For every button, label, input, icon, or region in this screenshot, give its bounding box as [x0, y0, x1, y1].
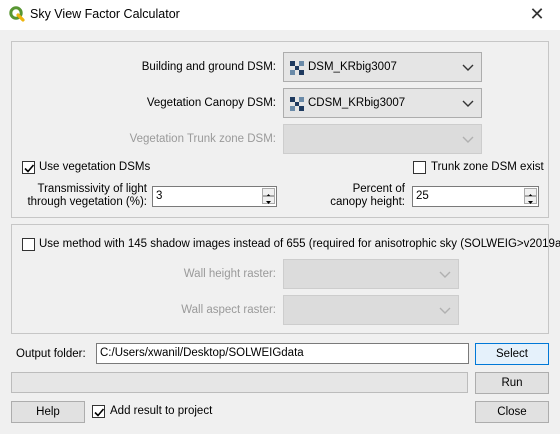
run-button[interactable]: Run: [475, 372, 549, 394]
close-window-button[interactable]: ✕: [520, 0, 554, 30]
qgis-logo-icon: [9, 6, 25, 22]
percent-canopy-label-line2: canopy height:: [330, 196, 405, 208]
raster-layer-icon: [290, 61, 304, 75]
use-vegetation-checkbox[interactable]: [22, 161, 35, 174]
output-folder-input[interactable]: C:/Users/xwanil/Desktop/SOLWEIGdata: [96, 343, 469, 364]
transmissivity-label-line1: Transmissivity of light: [37, 183, 148, 195]
close-icon: ✕: [529, 4, 545, 24]
vegetation-canopy-label: Vegetation Canopy DSM:: [146, 97, 276, 109]
vegetation-trunk-label: Vegetation Trunk zone DSM:: [129, 133, 276, 145]
close-button[interactable]: Close: [475, 401, 549, 423]
add-result-label: Add result to project: [110, 405, 213, 417]
window-title: Sky View Factor Calculator: [30, 7, 180, 21]
spin-down-button[interactable]: [524, 196, 537, 204]
percent-canopy-label-line1: Percent of: [352, 183, 405, 195]
wall-aspect-combo[interactable]: [283, 295, 459, 325]
percent-canopy-spinbox[interactable]: 25: [412, 186, 539, 207]
building-dsm-value: DSM_KRbig3007: [308, 61, 397, 73]
wall-height-label: Wall height raster:: [183, 268, 276, 280]
spin-up-button[interactable]: [524, 188, 537, 197]
vegetation-canopy-value: CDSM_KRbig3007: [308, 97, 406, 109]
checkmark-icon: [24, 164, 35, 173]
progress-bar: [11, 372, 468, 393]
help-button[interactable]: Help: [11, 401, 85, 423]
building-dsm-label: Building and ground DSM:: [141, 61, 276, 73]
use-vegetation-label: Use vegetation DSMs: [39, 161, 151, 173]
output-folder-value: C:/Users/xwanil/Desktop/SOLWEIGdata: [100, 347, 304, 359]
raster-layer-icon: [290, 97, 304, 111]
trunk-zone-checkbox[interactable]: [413, 161, 426, 174]
select-folder-button[interactable]: Select: [475, 343, 549, 365]
spin-arrows: [262, 188, 275, 205]
spin-arrows: [524, 188, 537, 205]
transmissivity-value: 3: [156, 190, 163, 202]
checkmark-icon: [94, 408, 105, 417]
chevron-down-icon: [462, 136, 474, 143]
trunk-zone-label: Trunk zone DSM exist: [431, 161, 544, 173]
output-folder-label: Output folder:: [16, 348, 86, 360]
spin-up-button[interactable]: [262, 188, 275, 197]
spin-down-button[interactable]: [262, 196, 275, 204]
percent-canopy-value: 25: [416, 190, 429, 202]
vegetation-canopy-combo[interactable]: CDSM_KRbig3007: [283, 88, 482, 118]
vegetation-trunk-combo[interactable]: [283, 124, 482, 154]
aniso-method-label: Use method with 145 shadow images instea…: [39, 238, 560, 250]
chevron-down-icon: [439, 307, 451, 314]
chevron-down-icon: [462, 64, 474, 71]
building-dsm-combo[interactable]: DSM_KRbig3007: [283, 52, 482, 82]
transmissivity-spinbox[interactable]: 3: [152, 186, 277, 207]
title-bar: Sky View Factor Calculator ✕: [0, 0, 560, 30]
transmissivity-label-line2: through vegetation (%):: [27, 196, 147, 208]
triangle-down-icon: [266, 201, 271, 204]
wall-height-combo[interactable]: [283, 259, 459, 289]
wall-aspect-label: Wall aspect raster:: [181, 304, 276, 316]
chevron-down-icon: [439, 271, 451, 278]
chevron-down-icon: [462, 100, 474, 107]
triangle-down-icon: [528, 201, 533, 204]
add-result-checkbox[interactable]: [92, 405, 105, 418]
aniso-method-checkbox[interactable]: [22, 238, 35, 251]
